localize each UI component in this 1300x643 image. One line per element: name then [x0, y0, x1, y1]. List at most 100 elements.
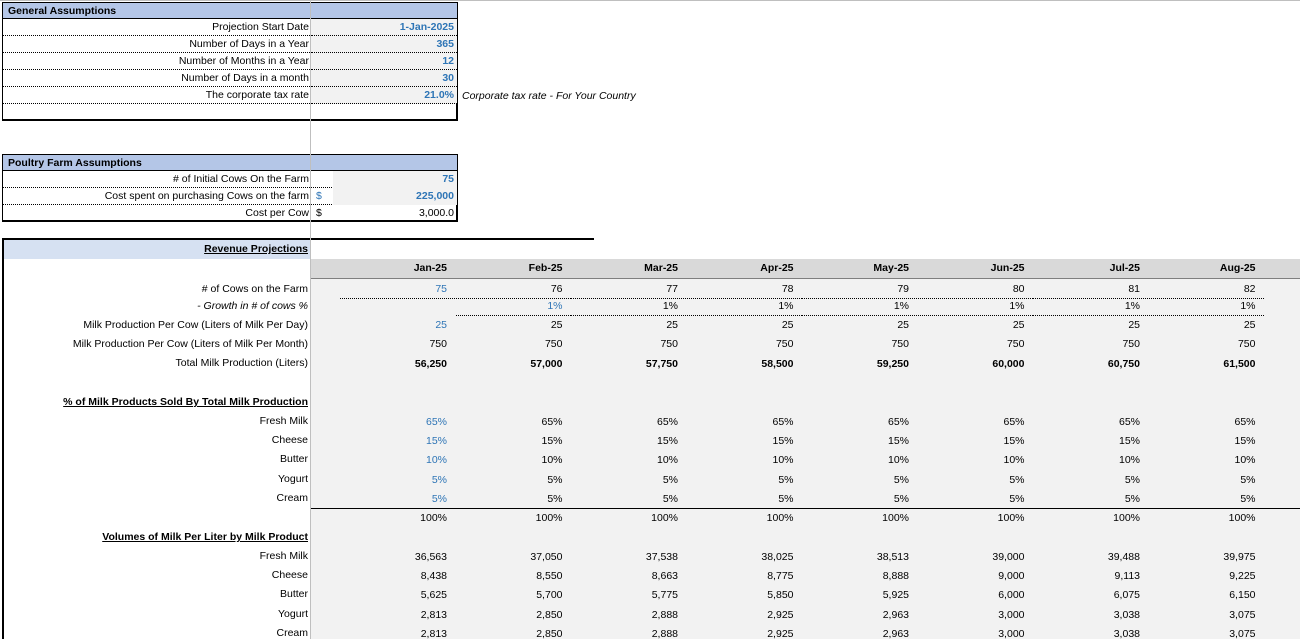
prod-month-value: 750 — [1006, 338, 1025, 350]
product-volume: 2,813 — [420, 608, 447, 621]
pct-total-value: 100% — [997, 512, 1025, 524]
product-volume: 6,075 — [1113, 589, 1140, 602]
product-pct: 65% — [772, 416, 794, 428]
product-volume: 38,025 — [761, 551, 794, 563]
product-pct: 10% — [1234, 454, 1256, 467]
product-label: Butter — [279, 588, 308, 601]
product-volume: 2,963 — [882, 627, 909, 640]
product-volume: 9,225 — [1229, 570, 1256, 583]
product-pct[interactable]: 10% — [340, 452, 455, 469]
total-value: 60,000 — [992, 358, 1025, 370]
product-volume: 8,775 — [767, 570, 794, 583]
growth-value: 1% — [1033, 298, 1148, 316]
product-volume: 9,113 — [1114, 570, 1141, 583]
product-volume: 2,925 — [767, 608, 794, 621]
product-pct: 10% — [541, 454, 563, 467]
product-pct: 15% — [887, 435, 909, 448]
product-pct: 10% — [1003, 454, 1025, 467]
product-volume: 2,813 — [420, 627, 447, 640]
month-header: May-25 — [873, 262, 909, 274]
pct-total-value: 100% — [1113, 512, 1140, 524]
product-pct: 65% — [656, 416, 678, 428]
product-volume: 5,925 — [882, 589, 909, 602]
product-pct: 5% — [893, 473, 909, 486]
cows-label: # of Cows on the Farm — [201, 283, 308, 295]
prod-month-value: 750 — [544, 338, 563, 350]
product-pct: 65% — [1003, 416, 1025, 428]
prod-day-label: Milk Production Per Cow (Liters of Milk … — [83, 319, 308, 331]
product-volume: 3,075 — [1229, 627, 1256, 640]
cows-value: 76 — [455, 281, 571, 299]
product-volume: 5,850 — [767, 589, 794, 602]
pct-total-divider — [311, 508, 1300, 509]
product-volume: 5,625 — [420, 589, 447, 602]
cows-value: 79 — [802, 281, 917, 299]
product-pct: 15% — [1118, 435, 1140, 448]
product-pct: 5% — [547, 473, 563, 486]
month-header: Mar-25 — [644, 262, 678, 274]
vol-section-title: Volumes of Milk Per Liter by Milk Produc… — [102, 531, 308, 543]
prod-day-value: 25 — [1128, 319, 1140, 331]
product-pct: 10% — [656, 454, 678, 467]
growth-label: - Growth in # of cows % — [197, 300, 308, 312]
product-label: Fresh Milk — [259, 550, 308, 562]
cows-value: 78 — [686, 281, 802, 299]
product-pct: 5% — [1124, 473, 1140, 486]
product-label: Cheese — [271, 434, 308, 447]
product-volume: 8,888 — [882, 570, 909, 583]
product-volume: 3,000 — [998, 627, 1025, 640]
product-pct: 5% — [1009, 492, 1025, 505]
product-pct: 15% — [772, 435, 794, 448]
cows-value[interactable]: 75 — [340, 281, 455, 299]
product-volume: 37,050 — [530, 551, 563, 563]
growth-value: 1% — [686, 298, 802, 316]
prod-month-value: 750 — [1237, 338, 1256, 350]
prod-day-value: 25 — [1243, 319, 1256, 331]
product-volume: 2,888 — [651, 627, 678, 640]
growth-value: 1% — [917, 298, 1033, 316]
product-pct[interactable]: 65% — [340, 414, 455, 431]
total-label: Total Milk Production (Liters) — [175, 357, 308, 369]
product-pct: 15% — [1234, 435, 1256, 448]
prod-day-value: 25 — [550, 319, 563, 331]
month-header: Jun-25 — [990, 262, 1025, 274]
product-volume: 9,000 — [998, 570, 1025, 583]
month-header: Jul-25 — [1109, 262, 1140, 274]
product-pct: 65% — [887, 416, 909, 428]
pct-section-title: % of Milk Products Sold By Total Milk Pr… — [63, 396, 308, 408]
prod-month-label: Milk Production Per Cow (Liters of Milk … — [72, 338, 308, 350]
product-pct: 5% — [778, 492, 794, 505]
prod-month-value: 750 — [660, 338, 678, 350]
product-pct: 65% — [541, 416, 563, 428]
product-volume: 5,700 — [536, 589, 563, 602]
product-pct[interactable]: 5% — [340, 472, 455, 489]
product-volume: 39,488 — [1107, 551, 1140, 563]
product-volume: 39,975 — [1223, 551, 1256, 563]
pct-total-value: 100% — [882, 512, 909, 524]
month-header: Jan-25 — [413, 262, 447, 274]
product-label: Yogurt — [278, 607, 308, 620]
product-volume: 6,000 — [998, 589, 1025, 602]
prod-day-value[interactable]: 25 — [340, 317, 455, 334]
growth-value: 1% — [1148, 298, 1264, 316]
cows-value: 82 — [1148, 281, 1264, 299]
growth-value: 1% — [571, 298, 686, 316]
product-volume: 2,850 — [536, 627, 563, 640]
product-pct: 10% — [1118, 454, 1140, 467]
growth-value[interactable]: 1% — [455, 298, 571, 316]
product-pct[interactable]: 5% — [340, 491, 455, 508]
product-volume: 8,663 — [651, 570, 678, 583]
product-label: Cream — [276, 491, 308, 504]
product-pct: 5% — [778, 473, 794, 486]
product-pct[interactable]: 15% — [340, 433, 455, 450]
product-volume: 3,000 — [998, 608, 1025, 621]
product-label: Butter — [279, 453, 308, 466]
product-volume: 3,038 — [1113, 608, 1140, 621]
prod-day-value: 25 — [781, 319, 794, 331]
product-pct: 10% — [887, 454, 909, 467]
product-volume: 37,538 — [645, 551, 678, 563]
product-volume: 2,850 — [536, 608, 563, 621]
product-volume: 36,563 — [414, 551, 447, 563]
prod-day-value: 25 — [666, 319, 678, 331]
product-pct: 15% — [656, 435, 678, 448]
